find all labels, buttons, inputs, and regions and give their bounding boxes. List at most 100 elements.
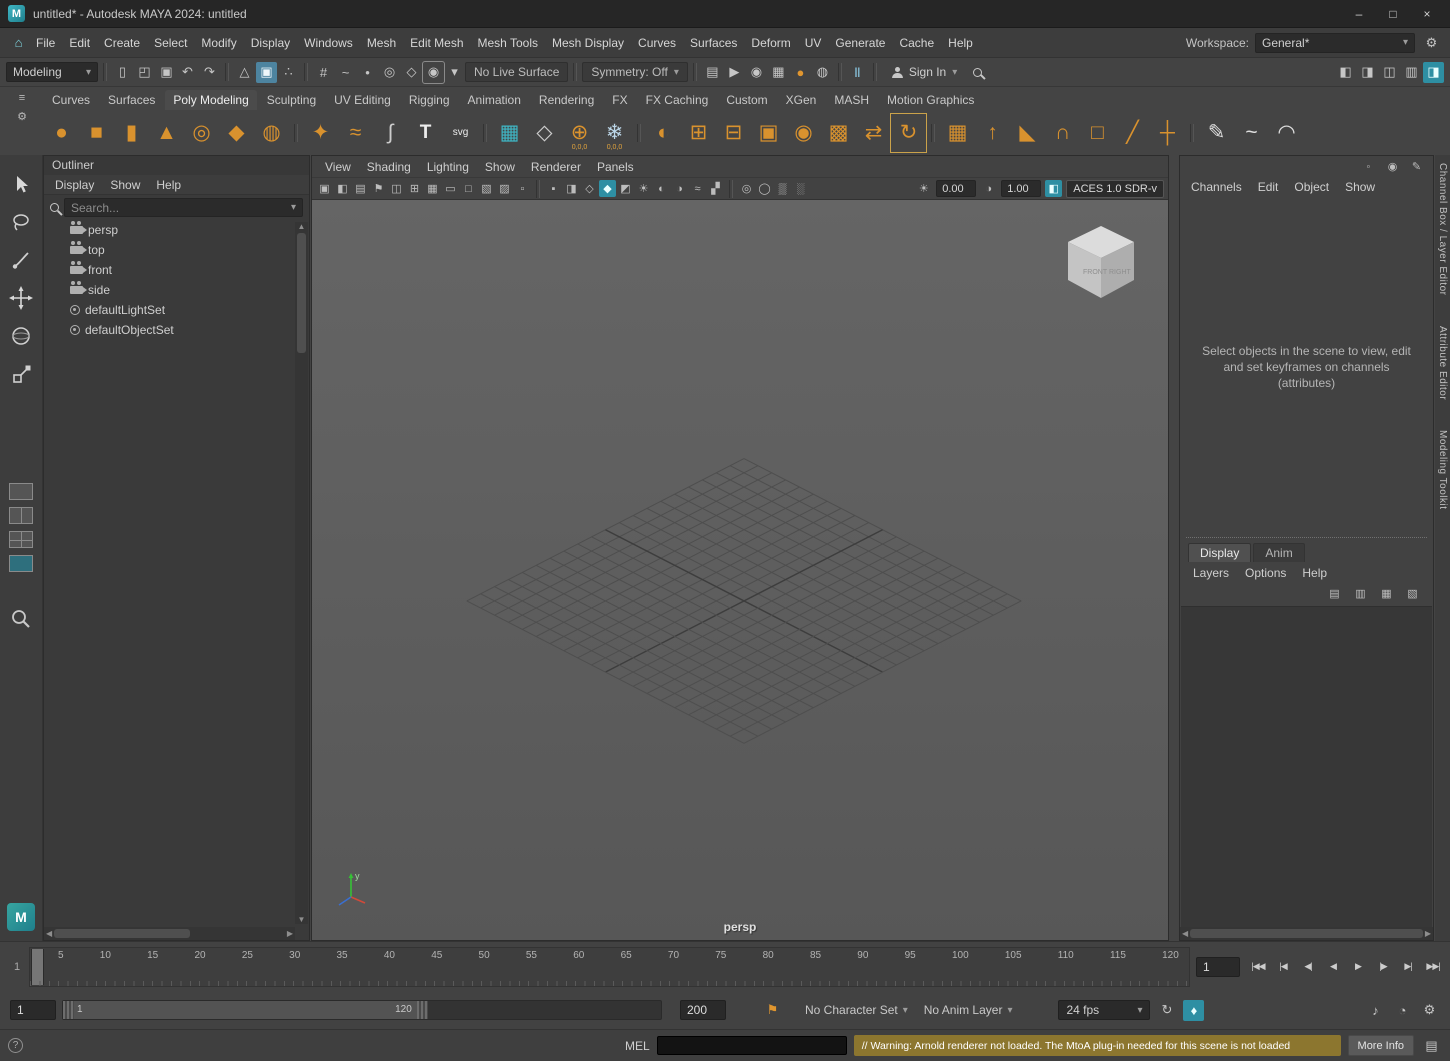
view-transform-toggle-icon[interactable]: ◧ [1045,180,1062,197]
select-component-icon[interactable]: ∴ [278,62,299,83]
outliner-menu-item[interactable]: Display [48,177,101,193]
outliner-menu-item[interactable]: Help [149,177,188,193]
save-scene-icon[interactable]: ▣ [156,62,177,83]
menu-item[interactable]: File [29,33,62,53]
snap-to-grid-icon[interactable]: # [313,62,334,83]
scroll-right-icon[interactable]: ▶ [287,929,293,938]
scrollbar-thumb[interactable] [54,929,190,938]
home-icon[interactable]: ⌂ [8,32,29,53]
range-slider-track[interactable]: 1 120 [62,1000,662,1020]
channel-slow-icon[interactable]: ◦ [1360,158,1377,175]
command-input[interactable] [657,1036,847,1055]
new-scene-icon[interactable]: ▯ [112,62,133,83]
menu-item[interactable]: Display [244,33,297,53]
two-pane-layout-button[interactable] [9,507,33,524]
layer-list[interactable] [1181,606,1432,927]
camera-attributes-icon[interactable]: ▤ [352,180,369,197]
new-layer-from-selected-icon[interactable]: ▥ [1352,585,1369,602]
quad-draw-icon[interactable]: □ [1080,114,1115,152]
shelf-tab[interactable]: Motion Graphics [879,90,982,110]
hud-toggle-icon[interactable]: ◨ [563,180,580,197]
render-view-icon[interactable]: ▤ [702,62,723,83]
use-all-lights-icon[interactable]: ☀ [635,180,652,197]
command-feedback-warning[interactable]: // Warning: Arnold renderer not loaded. … [854,1035,1341,1056]
outliner-horizontal-scrollbar[interactable]: ◀ ▶ [44,927,295,940]
view-transform-selector[interactable]: ACES 1.0 SDR-v [1066,180,1164,198]
fps-selector[interactable]: 24 fps ▾ [1058,1000,1150,1020]
layer-visibility-icon[interactable]: ▦ [1378,585,1395,602]
minimize-button[interactable]: – [1344,3,1374,25]
snap-view-plane-icon[interactable]: ◇ [401,62,422,83]
viewport-menu-item[interactable]: Renderer [524,159,588,175]
shelf-tab[interactable]: MASH [826,90,877,110]
zoom-tool-icon[interactable] [8,606,34,632]
menu-item[interactable]: Surfaces [683,33,744,53]
animation-end-field[interactable]: 200 [680,1000,726,1020]
shelf-tab[interactable]: Sculpting [259,90,324,110]
channel-box-menu-item[interactable]: Channels [1184,179,1249,195]
shelf-tab[interactable]: XGen [778,90,825,110]
live-surface-field[interactable]: No Live Surface [465,62,568,82]
cached-playback-icon[interactable]: ◔ [1392,1000,1413,1021]
search-icon[interactable] [967,62,988,83]
workspace-panel-toggle-icon[interactable]: ◨ [1423,62,1444,83]
menu-item[interactable]: Help [941,33,980,53]
select-hierarchy-icon[interactable]: △ [234,62,255,83]
isolate-select-icon[interactable]: ◯ [756,180,773,197]
menu-item[interactable]: Mesh [360,33,403,53]
separate-icon[interactable]: ⊟ [716,114,751,152]
ep-curve-icon[interactable]: ~ [1234,114,1269,152]
toggle-tool-settings-icon[interactable]: ◨ [1357,62,1378,83]
outliner-item[interactable]: defaultObjectSet [44,320,309,340]
channel-edit-icon[interactable]: ✎ [1408,158,1425,175]
ipr-render-icon[interactable]: ◉ [746,62,767,83]
sign-in-button[interactable]: Sign In ▾ [892,65,957,79]
retopologize-icon[interactable]: ▦ [940,114,975,152]
step-forward-key-button[interactable]: ▶| [1396,955,1420,979]
menu-item[interactable]: Edit [62,33,97,53]
shelf-tab[interactable]: Surfaces [100,90,163,110]
shelf-options-gear-icon[interactable]: ⚙ [17,110,27,123]
mirror-icon[interactable]: ⇄ [856,114,891,152]
mute-audio-icon[interactable]: ♪ [1365,1000,1386,1021]
menu-item[interactable]: Mesh Display [545,33,631,53]
menu-item[interactable]: UV [798,33,829,53]
new-empty-layer-icon[interactable]: ▤ [1326,585,1343,602]
redo-icon[interactable]: ↷ [199,62,220,83]
reduce-icon[interactable]: ▩ [821,114,856,152]
pencil-curve-icon[interactable]: ✎ [1199,114,1234,152]
undo-icon[interactable]: ↶ [177,62,198,83]
render-frame-icon[interactable]: ▶ [724,62,745,83]
gamma-icon[interactable]: ◑ [980,180,997,197]
exposure-field[interactable]: 0.00 [936,180,976,197]
outliner-item[interactable]: front [44,260,309,280]
step-back-frame-button[interactable]: ◀| [1296,955,1320,979]
go-to-end-button[interactable]: ▶▶| [1421,955,1445,979]
select-camera-icon[interactable]: ▣ [316,180,333,197]
outliner-item[interactable]: top [44,240,309,260]
poly-cube-icon[interactable]: ■ [79,114,114,152]
chevron-down-icon[interactable]: ▾ [444,62,465,83]
viewport-menu-item[interactable]: Shading [360,159,418,175]
bookmarks-icon[interactable]: ⚑ [370,180,387,197]
bevel-icon[interactable]: ◣ [1010,114,1045,152]
menu-item[interactable]: Curves [631,33,683,53]
snap-to-curve-icon[interactable]: ~ [335,62,356,83]
poly-disc-icon[interactable]: ◍ [254,114,289,152]
workspace-settings-icon[interactable]: ⚙ [1421,32,1442,53]
gamma-field[interactable]: 1.00 [1001,180,1041,197]
more-info-button[interactable]: More Info [1348,1035,1414,1056]
poly-sphere-icon[interactable]: ● [44,114,79,152]
single-pane-layout-button[interactable] [9,483,33,500]
maya-avatar[interactable]: M [7,903,35,931]
toggle-channel-box-icon[interactable]: ◫ [1379,62,1400,83]
scrollbar-thumb[interactable] [297,233,306,353]
menu-item[interactable]: Deform [744,33,797,53]
outliner-item[interactable]: defaultLightSet [44,300,309,320]
go-to-start-button[interactable]: |◀◀ [1246,955,1270,979]
playback-loop-icon[interactable]: ↻ [1156,1000,1177,1021]
combine-icon[interactable]: ⊞ [681,114,716,152]
select-tool[interactable] [8,171,34,197]
shadows-icon[interactable]: ◐ [653,180,670,197]
outliner-item[interactable]: persp [44,220,309,240]
